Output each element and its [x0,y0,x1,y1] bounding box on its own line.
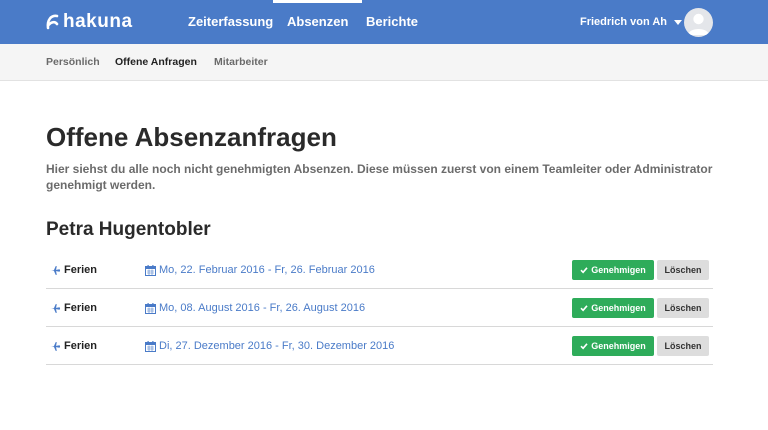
delete-button[interactable]: Löschen [657,298,709,318]
logo-text: hakuna [63,11,133,32]
request-list: Ferien Mo, 22. Februar 2016 - Fr, 26. Fe… [46,251,713,365]
user-menu[interactable]: Friedrich von Ah [580,0,682,44]
absence-type-label: Ferien [64,302,98,314]
subnav-item-persoenlich[interactable]: Persönlich [46,44,100,81]
page-title: Offene Absenzanfragen [46,122,337,152]
plane-icon [50,303,61,313]
approve-label: Genehmigen [591,265,646,275]
approve-button[interactable]: Genehmigen [572,336,654,356]
avatar[interactable] [684,8,713,37]
request-row: Ferien Mo, 22. Februar 2016 - Fr, 26. Fe… [46,251,713,289]
absence-type-label: Ferien [64,340,98,352]
delete-button[interactable]: Löschen [657,260,709,280]
absence-dates-text: Di, 27. Dezember 2016 - Fr, 30. Dezember… [159,340,395,352]
subnav-item-mitarbeiter[interactable]: Mitarbeiter [214,44,268,81]
nav-item-absenzen[interactable]: Absenzen [272,0,363,44]
absence-type: Ferien [50,327,97,365]
caret-down-icon [674,19,682,25]
approve-button[interactable]: Genehmigen [572,298,654,318]
user-avatar-icon [688,13,709,35]
approve-label: Genehmigen [591,303,646,313]
delete-button[interactable]: Löschen [657,336,709,356]
plane-icon [50,265,61,275]
calendar-icon [145,340,156,352]
subnav-item-offene-anfragen[interactable]: Offene Anfragen [115,44,197,81]
logo-mark-icon [46,14,59,30]
check-icon [580,305,588,312]
page-description: Hier siehst du alle noch nicht genehmigt… [46,162,713,192]
absence-type-label: Ferien [64,264,98,276]
calendar-icon [145,302,156,314]
absence-type: Ferien [50,289,97,327]
user-name: Friedrich von Ah [580,16,667,28]
calendar-icon [145,264,156,276]
absence-dates-text: Mo, 22. Februar 2016 - Fr, 26. Februar 2… [159,264,375,276]
request-row: Ferien Mo, 08. August 2016 - Fr, 26. Aug… [46,289,713,327]
nav-item-zeiterfassung[interactable]: Zeiterfassung [188,0,273,44]
approve-label: Genehmigen [591,341,646,351]
absence-dates-link[interactable]: Di, 27. Dezember 2016 - Fr, 30. Dezember… [145,327,394,365]
plane-icon [50,341,61,351]
person-heading: Petra Hugentobler [46,219,211,240]
sub-navbar: Persönlich Offene Anfragen Mitarbeiter [0,44,768,81]
absence-dates-link[interactable]: Mo, 22. Februar 2016 - Fr, 26. Februar 2… [145,251,375,289]
check-icon [580,267,588,274]
absence-dates-text: Mo, 08. August 2016 - Fr, 26. August 201… [159,302,366,314]
check-icon [580,343,588,350]
top-navbar: hakuna Zeiterfassung Absenzen Berichte F… [0,0,768,44]
request-row: Ferien Di, 27. Dezember 2016 - Fr, 30. D… [46,327,713,365]
app-logo[interactable]: hakuna [45,11,133,33]
absence-type: Ferien [50,251,97,289]
approve-button[interactable]: Genehmigen [572,260,654,280]
nav-item-berichte[interactable]: Berichte [366,0,418,44]
absence-dates-link[interactable]: Mo, 08. August 2016 - Fr, 26. August 201… [145,289,365,327]
